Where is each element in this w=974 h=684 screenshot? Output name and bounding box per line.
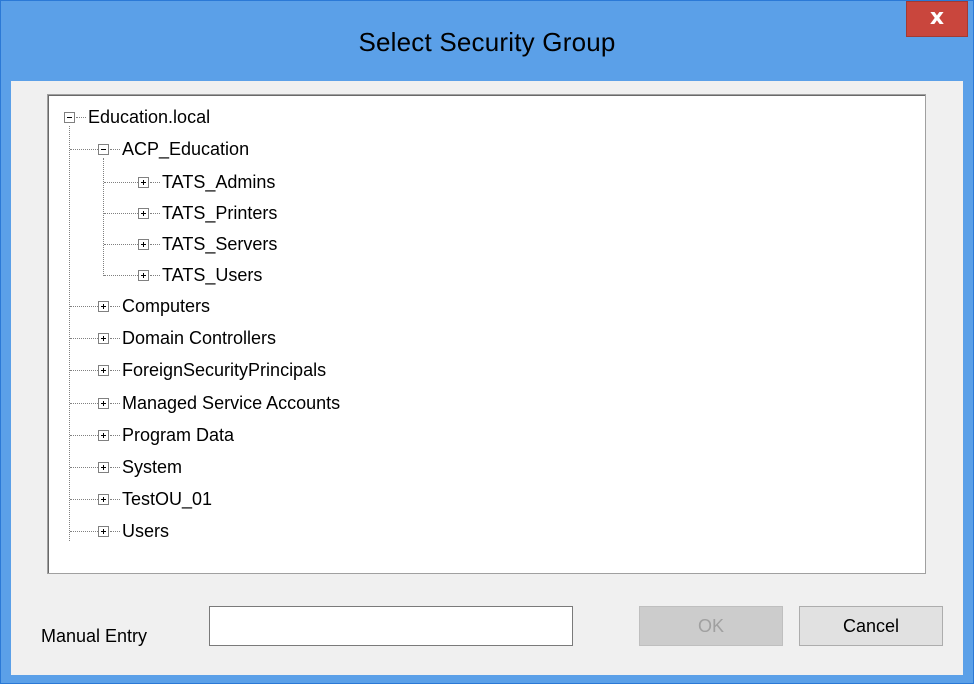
tree-node-label: Computers — [122, 296, 211, 316]
tree-connector — [104, 182, 138, 183]
cancel-button[interactable]: Cancel — [799, 606, 943, 646]
tree-node-acp-education[interactable]: ACP_Education — [48, 137, 348, 161]
tree-connector — [150, 275, 160, 276]
tree-node-label: ForeignSecurityPrincipals — [122, 360, 327, 380]
expand-icon[interactable] — [98, 365, 109, 376]
tree-node-domain-controllers[interactable]: Domain Controllers — [48, 326, 448, 350]
close-icon: x — [929, 5, 945, 30]
close-button[interactable]: x — [906, 1, 968, 37]
tree-connector — [70, 499, 98, 500]
tree-node-label: Education.local — [88, 107, 211, 127]
collapse-icon[interactable] — [64, 112, 75, 123]
tree-node-label: TestOU_01 — [122, 489, 213, 509]
tree-node-managed-service-accounts[interactable]: Managed Service Accounts — [48, 391, 448, 415]
title-bar[interactable]: Select Security Group x — [1, 1, 973, 81]
tree-node-testou-01[interactable]: TestOU_01 — [48, 487, 448, 511]
expand-icon[interactable] — [98, 301, 109, 312]
tree-connector — [110, 338, 120, 339]
tree-connector — [110, 435, 120, 436]
tree-node-label: Program Data — [122, 425, 235, 445]
dialog-body: Education.local ACP_Education TATS_Admin… — [11, 81, 963, 675]
tree-connector — [110, 499, 120, 500]
manual-entry-label: Manual Entry — [41, 626, 148, 646]
tree-node-label: Domain Controllers — [122, 328, 277, 348]
tree-connector — [104, 244, 138, 245]
tree-node-label: Managed Service Accounts — [122, 393, 341, 413]
tree-node-label: Users — [122, 521, 170, 541]
tree-connector — [110, 403, 120, 404]
dialog-window: Select Security Group x Education.local … — [0, 0, 974, 684]
tree-node-tats-users[interactable]: TATS_Users — [48, 263, 348, 287]
tree-node-tats-servers[interactable]: TATS_Servers — [48, 232, 348, 256]
tree-node-education-local[interactable]: Education.local — [48, 105, 348, 129]
tree-node-label: TATS_Servers — [162, 234, 278, 254]
tree-connector — [110, 306, 120, 307]
tree-connector — [110, 467, 120, 468]
ok-button[interactable]: OK — [639, 606, 783, 646]
expand-icon[interactable] — [98, 526, 109, 537]
expand-icon[interactable] — [138, 177, 149, 188]
tree-node-computers[interactable]: Computers — [48, 294, 448, 318]
dialog-title: Select Security Group — [358, 27, 616, 57]
tree-connector — [110, 149, 120, 150]
tree-node-foreign-security-principals[interactable]: ForeignSecurityPrincipals — [48, 358, 448, 382]
tree-connector — [150, 213, 160, 214]
tree-node-label: TATS_Users — [162, 265, 263, 285]
tree-connector — [150, 244, 160, 245]
expand-icon[interactable] — [98, 333, 109, 344]
expand-icon[interactable] — [98, 462, 109, 473]
tree-node-tats-printers[interactable]: TATS_Printers — [48, 201, 348, 225]
tree-node-label: TATS_Printers — [162, 203, 278, 223]
tree-connector — [70, 370, 98, 371]
tree-connector — [70, 338, 98, 339]
tree-connector — [76, 117, 86, 118]
tree-connector — [70, 149, 98, 150]
tree-connector — [70, 435, 98, 436]
expand-icon[interactable] — [98, 398, 109, 409]
tree-node-label: System — [122, 457, 183, 477]
tree-connector — [104, 275, 138, 276]
expand-icon[interactable] — [98, 494, 109, 505]
tree-node-system[interactable]: System — [48, 455, 448, 479]
tree-node-label: TATS_Admins — [162, 172, 276, 192]
collapse-icon[interactable] — [98, 144, 109, 155]
tree-node-program-data[interactable]: Program Data — [48, 423, 448, 447]
expand-icon[interactable] — [138, 208, 149, 219]
manual-entry-input[interactable] — [209, 606, 573, 646]
tree-connector — [110, 370, 120, 371]
expand-icon[interactable] — [138, 270, 149, 281]
tree-node-tats-admins[interactable]: TATS_Admins — [48, 170, 348, 194]
tree-connector — [70, 306, 98, 307]
tree-connector — [110, 531, 120, 532]
tree-connector — [104, 213, 138, 214]
tree-connector — [70, 531, 98, 532]
tree-node-users[interactable]: Users — [48, 519, 448, 543]
tree-node-label: ACP_Education — [122, 139, 250, 159]
expand-icon[interactable] — [138, 239, 149, 250]
tree-connector — [70, 403, 98, 404]
tree-connector — [150, 182, 160, 183]
ou-tree-view[interactable]: Education.local ACP_Education TATS_Admin… — [47, 94, 926, 574]
tree-connector — [70, 467, 98, 468]
expand-icon[interactable] — [98, 430, 109, 441]
